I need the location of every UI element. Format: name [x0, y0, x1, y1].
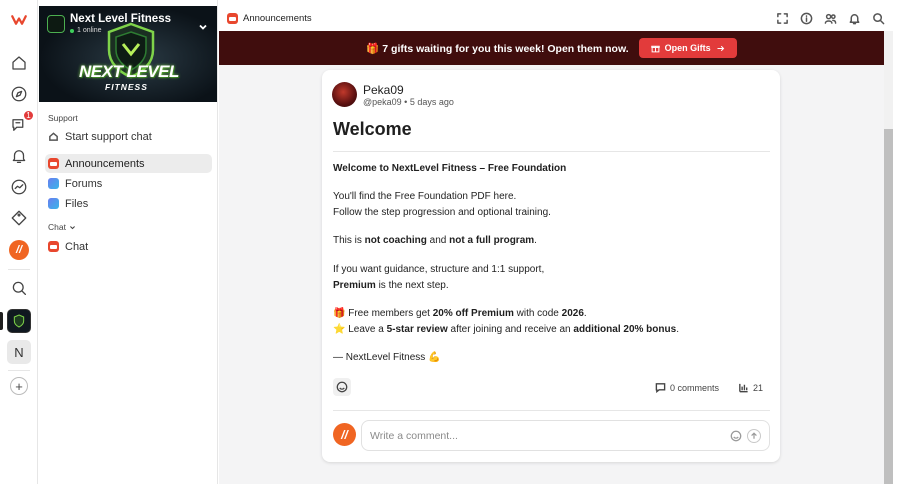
- comment-icon: [655, 383, 666, 393]
- forums-icon: [48, 178, 59, 189]
- post-time: 5 days ago: [409, 97, 454, 107]
- support-heading: Support: [48, 113, 78, 123]
- post-line: You'll find the Free Foundation PDF here…: [333, 191, 517, 202]
- chat-heading-label: Chat: [48, 222, 66, 232]
- tag-icon[interactable]: [7, 206, 31, 230]
- app-logo-icon[interactable]: [7, 8, 31, 32]
- whop-app-icon[interactable]: //: [9, 240, 29, 260]
- author-handle: @peka09: [363, 97, 402, 107]
- emoji-icon[interactable]: [730, 430, 742, 442]
- post-line: If you want guidance, structure and 1:1 …: [333, 264, 545, 275]
- community-n[interactable]: N: [7, 340, 31, 364]
- comments-count[interactable]: 0 comments: [655, 382, 719, 393]
- post-line: Follow the step progression and optional…: [333, 207, 551, 218]
- channel-chat[interactable]: Chat: [45, 237, 212, 256]
- notification-bell-icon[interactable]: [848, 12, 861, 25]
- author-name[interactable]: Peka09: [363, 83, 404, 97]
- author-meta: @peka09 • 5 days ago: [363, 97, 454, 107]
- channel-announcements[interactable]: Announcements: [45, 154, 212, 173]
- community-next-level-fitness[interactable]: [7, 309, 31, 333]
- post-line: — NextLevel Fitness 💪: [333, 352, 441, 363]
- chat-icon: [48, 241, 59, 252]
- post-line: Premium is the next step.: [333, 280, 449, 291]
- chevron-down-icon: [69, 225, 75, 229]
- start-support-chat[interactable]: Start support chat: [45, 127, 212, 146]
- info-icon[interactable]: [800, 12, 813, 25]
- views-count: 21: [738, 382, 763, 393]
- post-line: This is not coaching and not a full prog…: [333, 235, 537, 246]
- logo-text-line1: NEXT LEVEL: [79, 62, 179, 81]
- post-card: Peka09 @peka09 • 5 days ago Welcome Welc…: [322, 70, 780, 462]
- post-line: ⭐ Leave a 5-star review after joining an…: [333, 324, 679, 335]
- post-divider: [333, 151, 770, 152]
- channel-label: Chat: [65, 240, 89, 253]
- community-banner[interactable]: Next Level Fitness 1 online NEXT LEVEL F…: [39, 6, 217, 102]
- home-small-icon: [48, 131, 59, 142]
- files-icon: [48, 198, 59, 209]
- comment-box: [361, 420, 770, 451]
- app-rail: 1 // N +: [0, 0, 38, 484]
- rail-divider: [8, 269, 30, 270]
- online-dot: [70, 28, 74, 33]
- post-title: Welcome: [333, 119, 412, 139]
- online-status: 1 online: [70, 27, 102, 34]
- search-icon[interactable]: [7, 276, 31, 300]
- announcements-icon: [227, 13, 238, 24]
- add-reaction-button[interactable]: [333, 378, 351, 396]
- comment-input[interactable]: [370, 429, 710, 442]
- top-bar: Announcements: [219, 6, 893, 31]
- search-icon[interactable]: [872, 12, 885, 25]
- channel-label: Announcements: [65, 157, 145, 170]
- channel-label: Files: [65, 197, 89, 210]
- bar-chart-icon: [739, 383, 748, 393]
- channel-label: Forums: [65, 177, 103, 190]
- author-avatar[interactable]: [332, 82, 357, 107]
- channel-files[interactable]: Files: [45, 194, 212, 213]
- promo-text: 🎁 7 gifts waiting for you this week! Ope…: [366, 42, 629, 55]
- home-icon[interactable]: [7, 51, 31, 75]
- announcements-icon: [48, 158, 59, 169]
- messages-icon[interactable]: 1: [7, 110, 34, 137]
- scroll-thumb[interactable]: [884, 129, 893, 484]
- bell-icon[interactable]: [7, 144, 31, 168]
- add-community-button[interactable]: +: [10, 377, 28, 395]
- views-label: 21: [753, 382, 764, 393]
- smile-icon: [336, 381, 348, 393]
- arrow-up-icon: [751, 432, 757, 439]
- card-divider: [333, 410, 770, 411]
- logo-text-line2: FITNESS: [105, 82, 148, 92]
- community-avatar: [47, 15, 65, 33]
- channel-forums[interactable]: Forums: [45, 174, 212, 193]
- rail-divider-2: [8, 370, 30, 371]
- post-line: 🎁 Free members get 20% off Premium with …: [333, 308, 587, 319]
- send-button[interactable]: [747, 429, 761, 443]
- scrollbar[interactable]: [884, 31, 893, 484]
- online-count: 1 online: [77, 27, 102, 34]
- gift-icon: [650, 45, 660, 52]
- community-sidebar: Next Level Fitness 1 online NEXT LEVEL F…: [39, 0, 218, 484]
- chevron-down-icon[interactable]: [198, 20, 208, 30]
- activity-icon[interactable]: [7, 175, 31, 199]
- active-indicator: [0, 312, 3, 330]
- messages-badge: 1: [23, 110, 34, 121]
- current-user-avatar: //: [333, 423, 356, 446]
- compass-icon[interactable]: [7, 82, 31, 106]
- comments-label: 0 comments: [670, 382, 720, 393]
- expand-icon[interactable]: [776, 12, 789, 25]
- top-actions: [776, 12, 885, 25]
- page-title: Announcements: [243, 13, 312, 24]
- members-icon[interactable]: [824, 12, 837, 25]
- post-line: Welcome to NextLevel Fitness – Free Foun…: [333, 163, 567, 174]
- open-gifts-label: Open Gifts: [664, 43, 711, 53]
- gifts-promo-banner: 🎁 7 gifts waiting for you this week! Ope…: [219, 31, 884, 65]
- start-support-chat-label: Start support chat: [65, 130, 152, 143]
- arrow-right-icon: [717, 45, 724, 51]
- open-gifts-button[interactable]: Open Gifts: [638, 38, 737, 58]
- chat-heading[interactable]: Chat: [48, 222, 76, 232]
